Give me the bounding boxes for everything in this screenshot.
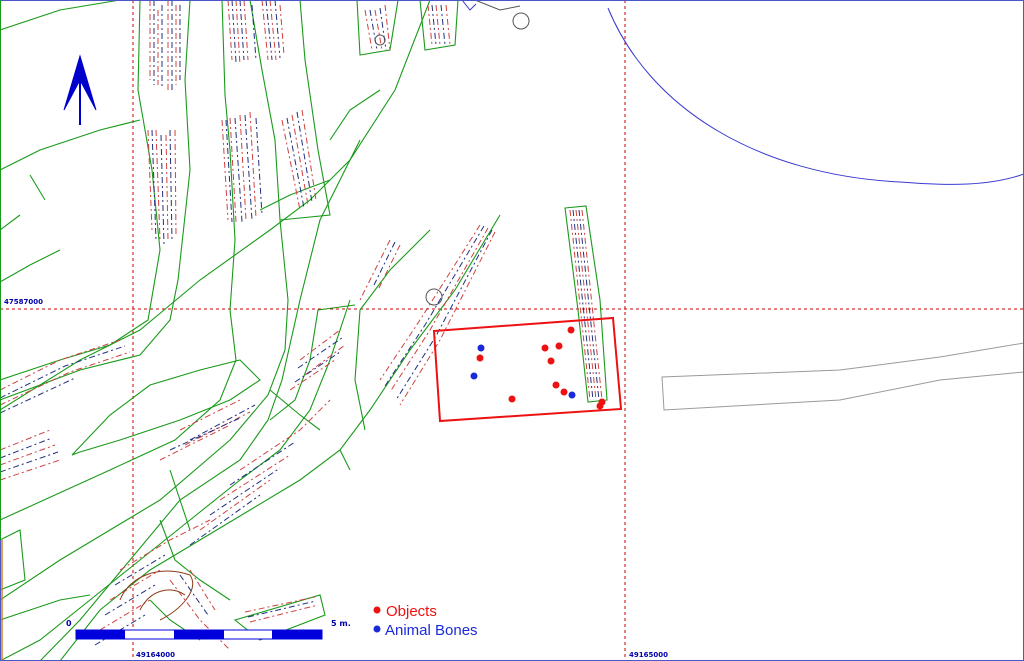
animal-bone-find-marker	[477, 344, 485, 352]
legend-animal-bones-marker	[373, 625, 381, 633]
site-plan-map: 47587000 49164000 49165000 0 5 m. Object…	[0, 0, 1024, 661]
legend-objects-marker	[373, 606, 381, 614]
object-find-marker	[476, 354, 484, 362]
label-easting-right: 49165000	[629, 651, 668, 659]
object-find-marker	[547, 357, 555, 365]
object-find-marker	[552, 381, 560, 389]
object-find-marker	[541, 344, 549, 352]
label-easting-left: 49164000	[136, 651, 175, 659]
object-find-marker	[508, 395, 516, 403]
object-find-marker	[596, 402, 604, 410]
legend-animal-bones-label: Animal Bones	[385, 622, 478, 639]
object-find-marker	[560, 388, 568, 396]
animal-bone-find-marker	[470, 372, 478, 380]
object-find-marker	[555, 342, 563, 350]
label-northing: 47587000	[4, 298, 43, 306]
scale-start-label: 0	[66, 619, 72, 628]
scale-end-label: 5 m.	[331, 619, 351, 628]
object-find-marker	[567, 326, 575, 334]
legend-objects-label: Objects	[386, 603, 437, 620]
animal-bone-find-marker	[568, 391, 576, 399]
